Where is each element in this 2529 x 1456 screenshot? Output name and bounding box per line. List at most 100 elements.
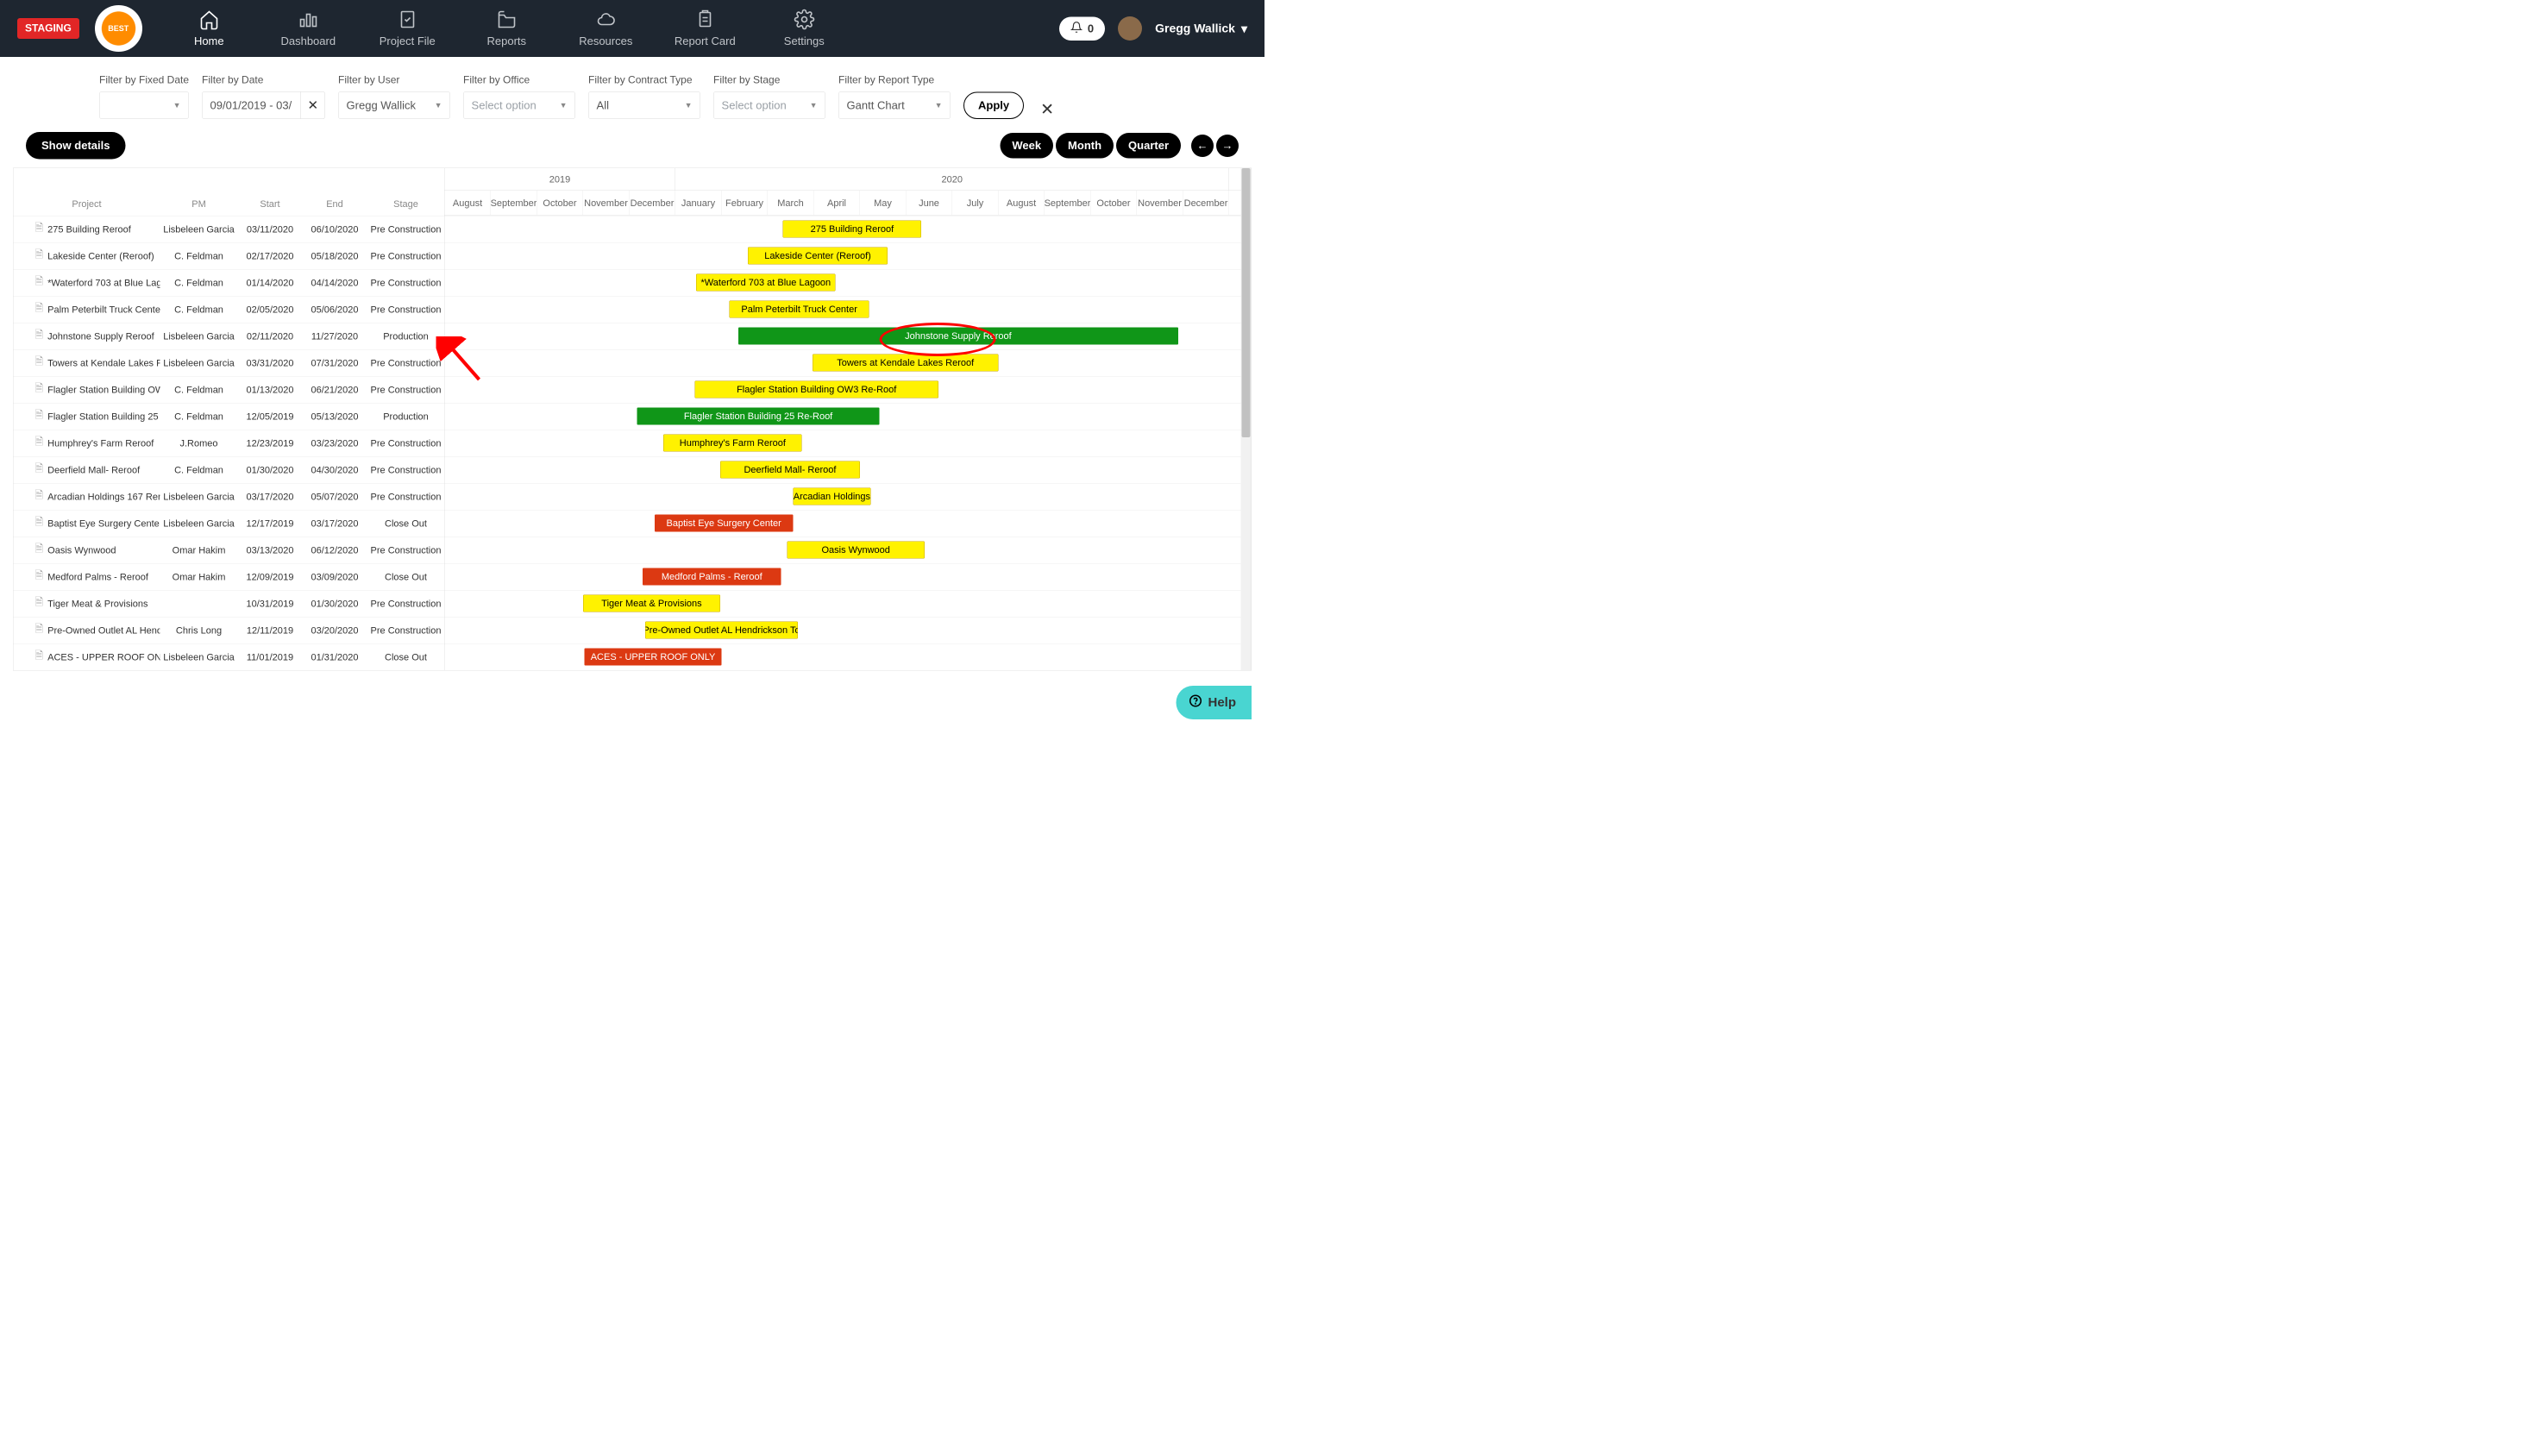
gantt-bar[interactable]: ACES - UPPER ROOF ONLY <box>585 649 722 666</box>
nav-project-file[interactable]: Project File <box>358 0 457 57</box>
gantt-row: Towers at Kendale Lakes Reroof <box>445 349 1252 376</box>
month-header: September <box>1045 191 1091 216</box>
fixed-date-select[interactable]: ▼ <box>99 91 189 119</box>
chevron-down-icon: ▼ <box>810 101 818 110</box>
gantt-bar[interactable]: Johnstone Supply Reroof <box>738 328 1178 345</box>
gantt-bar[interactable]: Palm Peterbilt Truck Center <box>730 301 869 318</box>
zoom-quarter-button[interactable]: Quarter <box>1116 133 1181 159</box>
contract-type-select[interactable]: All▼ <box>588 91 700 119</box>
gantt-left-pane: Project PM Start End Stage 🗎275 Building… <box>14 168 445 670</box>
gantt-row: Arcadian Holdings <box>445 483 1252 510</box>
month-header: November <box>1137 191 1183 216</box>
project-name: Baptist Eye Surgery Center <box>47 518 160 529</box>
document-icon: 🗎 <box>35 568 44 587</box>
gantt-bar[interactable]: Oasis Wynwood <box>787 542 924 559</box>
gantt-bar[interactable]: Flagler Station Building OW3 Re-Roof <box>694 381 938 399</box>
close-filters-button[interactable]: ✕ <box>1040 100 1054 120</box>
project-name: Towers at Kendale Lakes Reroof <box>47 357 160 368</box>
gantt-bar[interactable]: Lakeside Center (Reroof) <box>748 248 888 265</box>
nav-right: 0 Gregg Wallick ▾ <box>1059 0 1247 57</box>
gantt-row: Johnstone Supply Reroof <box>445 323 1252 349</box>
table-row[interactable]: 🗎Johnstone Supply ReroofLisbeleen Garcia… <box>14 323 445 349</box>
date-range-input[interactable]: 09/01/2019 - 03/ <box>202 91 301 119</box>
table-row[interactable]: 🗎275 Building ReroofLisbeleen Garcia03/1… <box>14 216 445 242</box>
stage-select[interactable]: Select option▼ <box>713 91 825 119</box>
table-row[interactable]: 🗎Oasis WynwoodOmar Hakim03/13/202006/12/… <box>14 537 445 563</box>
nav-home[interactable]: Home <box>160 0 259 57</box>
project-pm: C. Feldman <box>160 250 238 261</box>
project-end: 01/30/2020 <box>303 598 367 609</box>
filters-bar: Filter by Fixed Date ▼ Filter by Date 09… <box>0 57 1264 128</box>
report-type-select[interactable]: Gantt Chart▼ <box>838 91 951 119</box>
gantt-bar[interactable]: *Waterford 703 at Blue Lagoon <box>696 274 836 292</box>
gantt-bar[interactable]: Humphrey's Farm Reroof <box>663 435 802 452</box>
project-start: 12/23/2019 <box>238 437 303 449</box>
nav-dashboard[interactable]: Dashboard <box>259 0 358 57</box>
gantt-bar[interactable]: Baptist Eye Surgery Center <box>655 515 794 532</box>
month-header: December <box>1183 191 1230 216</box>
office-select[interactable]: Select option▼ <box>463 91 575 119</box>
table-row[interactable]: 🗎Humphrey's Farm ReroofJ.Romeo12/23/2019… <box>14 430 445 456</box>
zoom-week-button[interactable]: Week <box>1000 133 1053 159</box>
project-start: 11/01/2019 <box>238 651 303 662</box>
gantt-bar[interactable]: Medford Palms - Reroof <box>643 568 781 586</box>
gantt-bar[interactable]: Towers at Kendale Lakes Reroof <box>813 355 999 372</box>
nav-resources[interactable]: Resources <box>556 0 656 57</box>
user-select[interactable]: Gregg Wallick▼ <box>338 91 450 119</box>
project-stage: Pre Construction <box>367 624 445 636</box>
top-nav: STAGING BEST HomeDashboardProject FileRe… <box>0 0 1264 57</box>
project-name: Tiger Meat & Provisions <box>47 598 147 609</box>
prev-button[interactable]: ← <box>1191 135 1214 157</box>
table-row[interactable]: 🗎Baptist Eye Surgery CenterLisbeleen Gar… <box>14 510 445 537</box>
zoom-group: Week Month Quarter ← → <box>1000 133 1239 159</box>
filter-date: Filter by Date 09/01/2019 - 03/ ✕ <box>202 74 325 119</box>
avatar[interactable] <box>1118 16 1142 41</box>
apply-button[interactable]: Apply <box>963 92 1024 120</box>
nav-reports[interactable]: Reports <box>457 0 556 57</box>
document-icon: 🗎 <box>35 274 44 292</box>
gantt-bar[interactable]: Arcadian Holdings <box>793 488 870 505</box>
document-icon: 🗎 <box>35 595 44 613</box>
project-name: 275 Building Reroof <box>47 223 131 235</box>
year-2020: 2020 <box>675 168 1229 191</box>
vertical-scrollbar[interactable] <box>1241 168 1252 670</box>
table-row[interactable]: 🗎Palm Peterbilt Truck CenterC. Feldman02… <box>14 296 445 323</box>
logo[interactable]: BEST <box>95 5 142 52</box>
gantt-row: Humphrey's Farm Reroof <box>445 430 1252 456</box>
scroll-thumb[interactable] <box>1242 168 1251 437</box>
table-row[interactable]: 🗎Medford Palms - ReroofOmar Hakim12/09/2… <box>14 563 445 590</box>
table-row[interactable]: 🗎Lakeside Center (Reroof)C. Feldman02/17… <box>14 242 445 269</box>
document-icon: 🗎 <box>35 355 44 373</box>
gantt-bar[interactable]: Flagler Station Building 25 Re-Roof <box>637 408 880 425</box>
gantt-bar[interactable]: Deerfield Mall- Reroof <box>720 461 860 479</box>
next-button[interactable]: → <box>1216 135 1239 157</box>
table-row[interactable]: 🗎Tiger Meat & Provisions10/31/201901/30/… <box>14 590 445 617</box>
table-row[interactable]: 🗎Towers at Kendale Lakes ReroofLisbeleen… <box>14 349 445 376</box>
notifications-pill[interactable]: 0 <box>1059 16 1105 41</box>
table-row[interactable]: 🗎ACES - UPPER ROOF ONLYLisbeleen Garcia1… <box>14 643 445 670</box>
help-button[interactable]: Help <box>1176 686 1252 719</box>
table-row[interactable]: 🗎Deerfield Mall- ReroofC. Feldman01/30/2… <box>14 456 445 483</box>
show-details-button[interactable]: Show details <box>26 132 125 160</box>
gantt-bar[interactable]: Tiger Meat & Provisions <box>583 595 720 612</box>
table-row[interactable]: 🗎*Waterford 703 at Blue LagoonC. Feldman… <box>14 269 445 296</box>
table-row[interactable]: 🗎Flagler Station Building 25 Re-RoC. Fel… <box>14 403 445 430</box>
gantt-row: Flagler Station Building OW3 Re-Roof <box>445 376 1252 403</box>
project-name: Palm Peterbilt Truck Center <box>47 304 160 315</box>
nav-report-card[interactable]: Report Card <box>656 0 755 57</box>
user-menu[interactable]: Gregg Wallick ▾ <box>1155 22 1247 36</box>
table-row[interactable]: 🗎Pre-Owned Outlet AL HendricksoChris Lon… <box>14 617 445 643</box>
project-stage: Pre Construction <box>367 598 445 609</box>
gantt-bar[interactable]: 275 Building Reroof <box>783 221 922 238</box>
document-icon: 🗎 <box>35 381 44 399</box>
column-stage: Stage <box>367 198 445 210</box>
table-row[interactable]: 🗎Arcadian Holdings 167 ReroofLisbeleen G… <box>14 483 445 510</box>
gantt-bar[interactable]: Pre-Owned Outlet AL Hendrickson To <box>645 622 798 639</box>
nav-settings[interactable]: Settings <box>755 0 854 57</box>
clear-date-button[interactable]: ✕ <box>301 91 325 119</box>
table-row[interactable]: 🗎Flagler Station Building OW3 Re-C. Feld… <box>14 376 445 403</box>
zoom-month-button[interactable]: Month <box>1056 133 1114 159</box>
project-end: 03/23/2020 <box>303 437 367 449</box>
nav-label: Resources <box>579 35 632 48</box>
project-start: 03/31/2020 <box>238 357 303 368</box>
